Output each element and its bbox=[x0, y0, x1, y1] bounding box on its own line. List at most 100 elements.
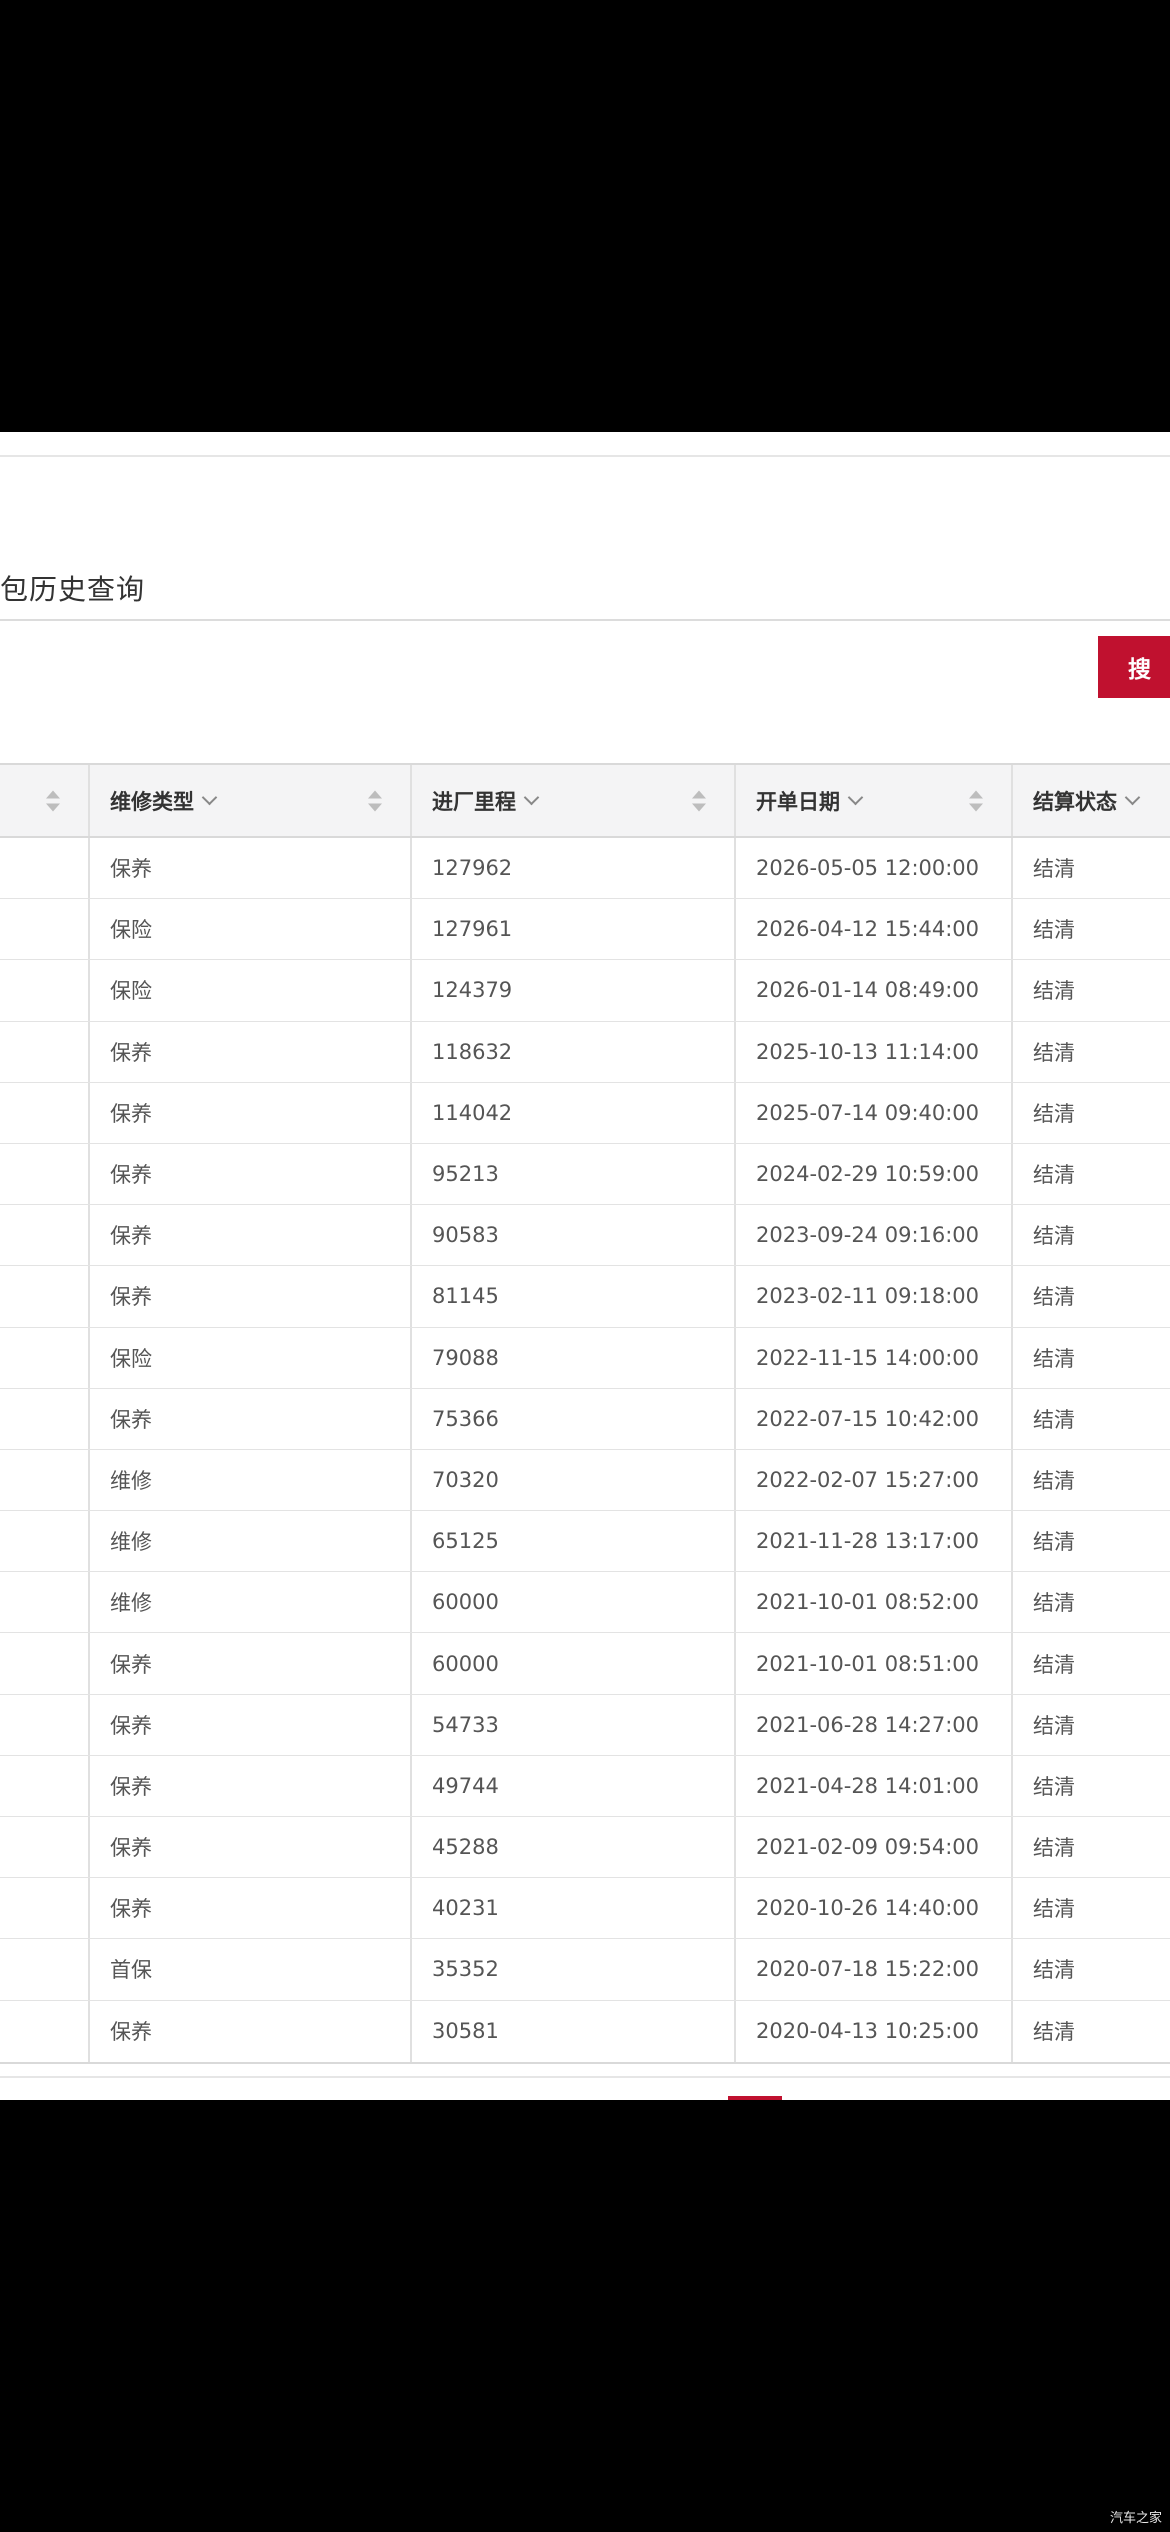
repair-type-cell: 维修 bbox=[90, 1572, 412, 1633]
mileage-cell: 118632 bbox=[412, 1021, 736, 1082]
settlement-status-cell: 结清 bbox=[1033, 918, 1075, 943]
open-date-cell: 2025-10-13 11:14:00 bbox=[736, 1021, 1013, 1082]
table-row[interactable]: 保养 81145 2023-02-11 09:18:00 结清 bbox=[0, 1266, 1170, 1328]
mileage-cell: 30581 bbox=[412, 2000, 736, 2062]
table-row[interactable]: 保养 75366 2022-07-15 10:42:00 结清 bbox=[0, 1388, 1170, 1450]
repair-type-cell: 维修 bbox=[90, 1511, 412, 1572]
page-title: 包历史查询 bbox=[0, 573, 146, 606]
table-row[interactable]: 维修 70320 2022-02-07 15:27:00 结清 bbox=[0, 1449, 1170, 1512]
column-header-repair-type[interactable]: 维修类型 bbox=[90, 765, 412, 836]
open-date-cell: 2021-06-28 14:27:00 bbox=[736, 1694, 1013, 1755]
repair-type-cell: 维修 bbox=[90, 1449, 412, 1511]
open-date-cell: 2026-04-12 15:44:00 bbox=[736, 899, 1013, 960]
repair-type-cell: 保养 bbox=[90, 1021, 412, 1082]
repair-type-cell: 保养 bbox=[90, 1143, 412, 1205]
open-date-cell: 2020-07-18 15:22:00 bbox=[736, 1939, 1013, 2000]
table-row[interactable]: 维修 60000 2021-10-01 08:52:00 结清 bbox=[0, 1572, 1170, 1634]
open-date-cell: 2022-07-15 10:42:00 bbox=[736, 1388, 1013, 1449]
mileage-cell: 95213 bbox=[412, 1143, 736, 1205]
repair-type-cell: 保养 bbox=[90, 838, 412, 899]
hidden-column-cell bbox=[0, 1205, 90, 1266]
open-date-cell: 2020-04-13 10:25:00 bbox=[736, 2000, 1013, 2062]
column-header-mileage[interactable]: 进厂里程 bbox=[412, 765, 736, 836]
table-row[interactable]: 保险 127961 2026-04-12 15:44:00 结清 bbox=[0, 899, 1170, 961]
hidden-column-cell bbox=[0, 1511, 90, 1572]
app-screen: 包历史查询 搜 索 维修类型 进厂里程 开单日期 bbox=[0, 432, 1170, 2100]
settlement-status-cell: 结清 bbox=[1033, 1652, 1075, 1677]
repair-type-cell: 保养 bbox=[90, 2000, 412, 2062]
sort-icon[interactable] bbox=[969, 790, 983, 811]
column-header-label: 开单日期 bbox=[756, 789, 840, 814]
repair-type-cell: 保养 bbox=[90, 1694, 412, 1755]
hidden-column-cell bbox=[0, 1572, 90, 1633]
table-row[interactable]: 保养 40231 2020-10-26 14:40:00 结清 bbox=[0, 1878, 1170, 1940]
bottom-divider bbox=[0, 2076, 1170, 2078]
settlement-status-cell: 结清 bbox=[1033, 1407, 1075, 1432]
table-row[interactable]: 保养 60000 2021-10-01 08:51:00 结清 bbox=[0, 1633, 1170, 1695]
table-row[interactable]: 保险 124379 2026-01-14 08:49:00 结清 bbox=[0, 960, 1170, 1022]
settlement-status-cell: 结清 bbox=[1033, 1163, 1075, 1188]
table-row[interactable]: 保养 118632 2025-10-13 11:14:00 结清 bbox=[0, 1021, 1170, 1083]
open-date-cell: 2020-10-26 14:40:00 bbox=[736, 1878, 1013, 1939]
mileage-cell: 60000 bbox=[412, 1572, 736, 1633]
mileage-cell: 124379 bbox=[412, 960, 736, 1021]
table-row[interactable]: 保养 49744 2021-04-28 14:01:00 结清 bbox=[0, 1755, 1170, 1817]
table-row[interactable]: 维修 65125 2021-11-28 13:17:00 结清 bbox=[0, 1511, 1170, 1573]
mileage-cell: 81145 bbox=[412, 1266, 736, 1327]
search-button[interactable]: 搜 索 bbox=[1098, 636, 1170, 698]
table-row[interactable]: 保养 45288 2021-02-09 09:54:00 结清 bbox=[0, 1817, 1170, 1879]
repair-type-cell: 保养 bbox=[90, 1817, 412, 1878]
table-row[interactable]: 首保 35352 2020-07-18 15:22:00 结清 bbox=[0, 1939, 1170, 2001]
open-date-cell: 2024-02-29 10:59:00 bbox=[736, 1143, 1013, 1205]
column-header-settlement-status[interactable]: 结算状态 bbox=[1013, 765, 1170, 836]
chevron-down-icon[interactable] bbox=[847, 789, 864, 805]
mileage-cell: 45288 bbox=[412, 1817, 736, 1878]
pagination-active-indicator[interactable] bbox=[728, 2096, 782, 2100]
mileage-cell: 49744 bbox=[412, 1755, 736, 1816]
chevron-down-icon[interactable] bbox=[1124, 789, 1141, 805]
mileage-cell: 127961 bbox=[412, 899, 736, 960]
repair-type-cell: 保养 bbox=[90, 1205, 412, 1266]
settlement-status-cell: 结清 bbox=[1033, 1040, 1075, 1065]
mileage-cell: 127962 bbox=[412, 838, 736, 899]
open-date-cell: 2025-07-14 09:40:00 bbox=[736, 1082, 1013, 1143]
open-date-cell: 2026-01-14 08:49:00 bbox=[736, 960, 1013, 1021]
sort-icon[interactable] bbox=[368, 790, 382, 811]
table-row[interactable]: 保养 54733 2021-06-28 14:27:00 结清 bbox=[0, 1694, 1170, 1756]
open-date-cell: 2023-09-24 09:16:00 bbox=[736, 1205, 1013, 1266]
sort-icon[interactable] bbox=[46, 790, 60, 811]
settlement-status-cell: 结清 bbox=[1033, 1530, 1075, 1555]
chevron-down-icon[interactable] bbox=[201, 789, 218, 805]
mileage-cell: 65125 bbox=[412, 1511, 736, 1572]
table-row[interactable]: 保养 114042 2025-07-14 09:40:00 结清 bbox=[0, 1082, 1170, 1144]
sort-icon[interactable] bbox=[692, 790, 706, 811]
repair-type-cell: 保养 bbox=[90, 1082, 412, 1143]
settlement-status-cell: 结清 bbox=[1033, 1285, 1075, 1310]
table-row[interactable]: 保养 95213 2024-02-29 10:59:00 结清 bbox=[0, 1143, 1170, 1206]
hidden-column-cell bbox=[0, 1388, 90, 1449]
open-date-cell: 2022-11-15 14:00:00 bbox=[736, 1327, 1013, 1388]
open-date-cell: 2021-10-01 08:52:00 bbox=[736, 1572, 1013, 1633]
chevron-down-icon[interactable] bbox=[523, 789, 540, 805]
table-row[interactable]: 保险 79088 2022-11-15 14:00:00 结清 bbox=[0, 1327, 1170, 1389]
column-header-label: 维修类型 bbox=[110, 789, 194, 814]
mileage-cell: 79088 bbox=[412, 1327, 736, 1388]
table-row[interactable]: 保养 127962 2026-05-05 12:00:00 结清 bbox=[0, 838, 1170, 900]
open-date-cell: 2021-02-09 09:54:00 bbox=[736, 1817, 1013, 1878]
hidden-column-cell bbox=[0, 1143, 90, 1205]
settlement-status-cell: 结清 bbox=[1033, 2020, 1075, 2045]
top-divider bbox=[0, 455, 1170, 457]
repair-type-cell: 保养 bbox=[90, 1633, 412, 1694]
hidden-column-cell bbox=[0, 1327, 90, 1388]
repair-type-cell: 保养 bbox=[90, 1388, 412, 1449]
table-row[interactable]: 保养 30581 2020-04-13 10:25:00 结清 bbox=[0, 2000, 1170, 2062]
column-header-hidden[interactable] bbox=[0, 765, 90, 836]
settlement-status-cell: 结清 bbox=[1033, 1958, 1075, 1983]
table-row[interactable]: 保养 90583 2023-09-24 09:16:00 结清 bbox=[0, 1205, 1170, 1267]
settlement-status-cell: 结清 bbox=[1033, 1774, 1075, 1799]
settlement-status-cell: 结清 bbox=[1033, 857, 1075, 882]
open-date-cell: 2021-10-01 08:51:00 bbox=[736, 1633, 1013, 1694]
settlement-status-cell: 结清 bbox=[1033, 979, 1075, 1004]
repair-type-cell: 保险 bbox=[90, 899, 412, 960]
column-header-open-date[interactable]: 开单日期 bbox=[736, 765, 1013, 836]
